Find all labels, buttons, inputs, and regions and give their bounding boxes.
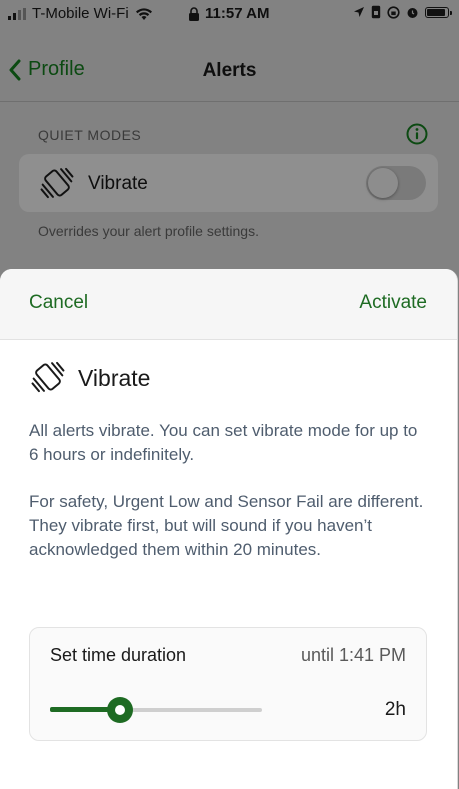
battery-icon (425, 6, 452, 18)
info-icon[interactable] (406, 123, 428, 145)
wifi-icon (135, 7, 152, 20)
slider-thumb[interactable] (107, 697, 133, 723)
safety-description-text: For safety, Urgent Low and Sensor Fail a… (29, 492, 424, 559)
cancel-button[interactable]: Cancel (29, 292, 88, 314)
vibrate-icon (31, 361, 65, 393)
location-arrow-icon (354, 7, 364, 17)
carrier-label: T-Mobile Wi-Fi (32, 5, 129, 22)
rotation-lock-icon (387, 5, 400, 19)
status-right (353, 5, 452, 19)
duration-until-time: until 1:41 PM (300, 645, 406, 665)
page-title: Alerts (202, 60, 257, 81)
status-bar: T-Mobile Wi-Fi 11:57 AM (0, 0, 459, 30)
duration-value: 2h (384, 699, 406, 720)
phone-lock-icon (371, 5, 381, 19)
vibrate-toggle[interactable] (366, 166, 426, 200)
vibrate-bottom-sheet: Cancel Activate Vibrate All alerts vibra… (0, 269, 458, 789)
toggle-knob (368, 168, 398, 198)
quiet-modes-helper-text: Overrides your alert profile settings. (38, 223, 259, 239)
section-header-quiet-modes: QUIET MODES (38, 127, 142, 143)
duration-slider[interactable] (50, 696, 262, 724)
lock-icon (189, 6, 199, 21)
sheet-header: Cancel Activate (0, 269, 457, 340)
description-text: All alerts vibrate. You can set vibrate … (29, 421, 418, 464)
duration-label: Set time duration (50, 645, 187, 665)
status-left: T-Mobile Wi-Fi (8, 5, 153, 22)
activate-button[interactable]: Activate (359, 292, 427, 314)
navigation-bar: Profile Alerts (0, 40, 459, 102)
alarm-icon (407, 7, 418, 18)
status-center: 11:57 AM (188, 5, 269, 22)
nav-divider (0, 101, 459, 102)
vibrate-row[interactable]: Vibrate (19, 154, 438, 212)
duration-card: Set time duration until 1:41 PM 2h (29, 627, 427, 741)
vibrate-icon (40, 167, 74, 199)
sheet-title: Vibrate (78, 365, 151, 391)
cellular-signal-icon (8, 7, 26, 20)
status-time: 11:57 AM (205, 5, 270, 22)
vibrate-row-label: Vibrate (88, 173, 148, 194)
